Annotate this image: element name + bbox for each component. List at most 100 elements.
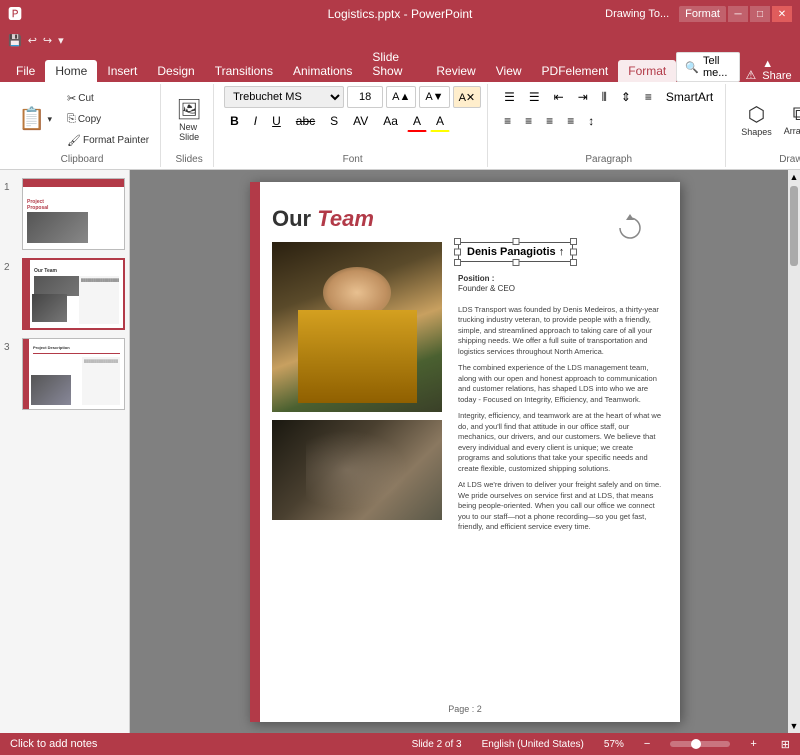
tab-pdfelement[interactable]: PDFelement [532, 60, 619, 82]
slide-preview-2[interactable]: Our Team ████████████████████████ [22, 258, 125, 330]
left-col [272, 242, 442, 539]
justify-button[interactable]: ≡ [561, 110, 580, 132]
cut-button[interactable]: ✂ Cut [62, 89, 154, 108]
right-col: Denis Panagiotis ↑ [458, 242, 664, 539]
name-selection-container[interactable]: Denis Panagiotis ↑ [458, 242, 573, 262]
increase-indent-button[interactable]: ⇥ [572, 86, 594, 108]
change-case-button[interactable]: Aa [377, 110, 404, 132]
main-area: 1 Project Proposal 2 Our Team [0, 170, 800, 733]
char-spacing-button[interactable]: AV [347, 110, 374, 132]
slide-2-image [32, 294, 67, 322]
text-direction-button[interactable]: ⇕ [615, 86, 637, 108]
slide-thumb-3[interactable]: 3 Project Description ████████████████ [4, 338, 125, 410]
tab-view[interactable]: View [486, 60, 532, 82]
tab-review[interactable]: Review [426, 60, 485, 82]
scroll-thumb[interactable] [790, 186, 798, 266]
slide-canvas[interactable]: Our Team [250, 182, 680, 722]
click-to-add-notes[interactable]: Click to add notes [10, 738, 97, 750]
undo-icon[interactable]: ↩ [28, 34, 37, 47]
tell-me-input[interactable]: 🔍 Tell me... [676, 52, 739, 82]
maximize-button[interactable]: □ [750, 6, 770, 22]
tab-animations[interactable]: Animations [283, 60, 362, 82]
fit-slide-icon[interactable]: ⊞ [781, 738, 790, 751]
worker-photo-bottom [272, 420, 442, 520]
slide-preview-3[interactable]: Project Description ████████████████ [22, 338, 125, 410]
arrange-button[interactable]: ⧉ Arrange [779, 100, 800, 139]
close-button[interactable]: ✕ [772, 6, 792, 22]
font-label: Font [343, 152, 363, 165]
title-team: Team [317, 206, 374, 231]
slide-thumb-1[interactable]: 1 Project Proposal [4, 178, 125, 250]
shadow-button[interactable]: S [324, 110, 344, 132]
shapes-button[interactable]: ⬡ Shapes [736, 99, 777, 140]
zoom-slider-thumb [691, 739, 701, 749]
new-slide-button[interactable]: 🖼 NewSlide [171, 94, 207, 145]
paragraph-group-content: ☰ ☰ ⇤ ⇥ ⫴ ⇕ ≡ SmartArt ≡ ≡ ≡ ≡ ↕ [498, 86, 719, 152]
sel-handle-br [570, 259, 577, 266]
sel-handle-tl [454, 238, 461, 245]
tab-file[interactable]: File [6, 60, 45, 82]
scroll-track[interactable] [788, 268, 800, 719]
columns-button[interactable]: ⫴ [596, 86, 613, 108]
tab-slideshow[interactable]: Slide Show [362, 46, 426, 82]
copy-button[interactable]: ⎘ Copy [62, 110, 154, 129]
zoom-in-icon[interactable]: + [750, 738, 756, 750]
drawing-tools-tab[interactable]: Drawing To... [599, 6, 675, 22]
increase-font-button[interactable]: A▲ [386, 86, 416, 108]
canvas-area: Our Team [130, 170, 800, 733]
title-bar: 🅿 Logistics.pptx - PowerPoint Drawing To… [0, 0, 800, 28]
zoom-slider[interactable] [670, 741, 730, 747]
photo-figure [306, 430, 408, 510]
tab-design[interactable]: Design [147, 60, 204, 82]
scroll-up-button[interactable]: ▲ [788, 170, 800, 184]
font-group: Trebuchet MS A▲ A▼ A✕ B I U abc S AV Aa … [218, 84, 488, 167]
tab-insert[interactable]: Insert [97, 60, 147, 82]
drawing-group-content: ⬡ Shapes ⧉ Arrange 🎨 QuickStyles [736, 86, 800, 152]
slide-thumb-2[interactable]: 2 Our Team ████████████████████████ [4, 258, 125, 330]
italic-button[interactable]: I [248, 110, 263, 132]
decrease-indent-button[interactable]: ⇤ [548, 86, 570, 108]
align-left-button[interactable]: ≡ [498, 110, 517, 132]
zoom-out-icon[interactable]: − [644, 738, 650, 750]
bullets-button[interactable]: ☰ [498, 86, 521, 108]
clear-format-button[interactable]: A✕ [453, 86, 482, 108]
slide-preview-1[interactable]: Project Proposal [22, 178, 125, 250]
share-button[interactable]: ▲ Share [762, 58, 794, 82]
tab-format[interactable]: Format [618, 60, 676, 82]
decrease-font-button[interactable]: A▼ [419, 86, 449, 108]
font-family-select[interactable]: Trebuchet MS [224, 86, 344, 108]
underline-button[interactable]: U [266, 110, 287, 132]
font-name-row: Trebuchet MS A▲ A▼ A✕ [224, 86, 481, 108]
save-icon[interactable]: 💾 [8, 34, 22, 47]
arrange-icon: ⧉ [793, 103, 800, 126]
slide-1-mini: Project Proposal [23, 179, 124, 249]
redo-icon[interactable]: ↪ [43, 34, 52, 47]
new-slide-label: NewSlide [179, 122, 199, 142]
font-color-button[interactable]: A [407, 110, 427, 132]
tab-transitions[interactable]: Transitions [205, 60, 283, 82]
customize-icon[interactable]: ▾ [58, 34, 64, 47]
cut-label: Cut [78, 93, 94, 104]
strikethrough-button[interactable]: abc [290, 110, 321, 132]
slides-label: Slides [175, 152, 202, 165]
smartart-button[interactable]: SmartArt [660, 86, 719, 108]
font-size-input[interactable] [347, 86, 383, 108]
tell-me-label: Tell me... [703, 55, 731, 79]
format-painter-button[interactable]: 🖌 Format Painter [62, 131, 154, 150]
align-text-button[interactable]: ≡ [639, 86, 658, 108]
format-tab-title[interactable]: Format [679, 6, 726, 22]
arrange-label: Arrange [784, 126, 800, 136]
paste-button[interactable]: 📋 ▾ [10, 103, 60, 135]
align-center-button[interactable]: ≡ [519, 110, 538, 132]
tab-home[interactable]: Home [45, 60, 97, 82]
numbering-button[interactable]: ☰ [523, 86, 546, 108]
line-spacing-button[interactable]: ↕ [582, 110, 600, 132]
slide-num-3: 3 [4, 338, 18, 353]
scroll-down-button[interactable]: ▼ [788, 719, 800, 733]
window-controls: Drawing To... Format ─ □ ✕ [591, 6, 792, 22]
align-right-button[interactable]: ≡ [540, 110, 559, 132]
right-scrollbar[interactable]: ▲ ▼ [788, 170, 800, 733]
bold-button[interactable]: B [224, 110, 245, 132]
text-highlight-button[interactable]: A [430, 110, 450, 132]
minimize-button[interactable]: ─ [728, 6, 748, 22]
